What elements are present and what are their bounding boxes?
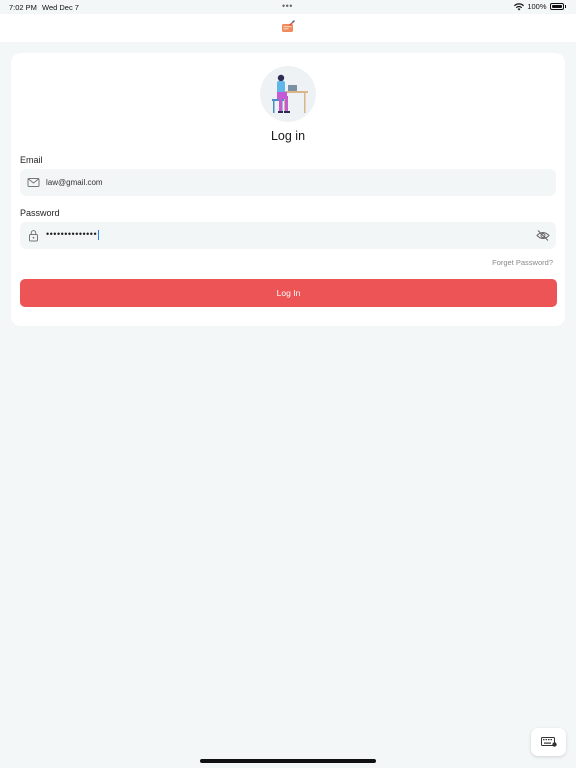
status-date: Wed Dec 7 — [42, 3, 79, 12]
app-logo — [282, 20, 295, 32]
password-value: •••••••••••••• — [46, 229, 100, 240]
password-label: Password — [20, 208, 60, 218]
multitasking-dots[interactable]: ••• — [282, 1, 293, 11]
home-indicator[interactable] — [200, 759, 376, 763]
login-button[interactable]: Log In — [20, 279, 557, 307]
eye-off-icon[interactable] — [536, 229, 550, 242]
mail-icon — [27, 178, 40, 187]
forget-password-link[interactable]: Forget Password? — [492, 258, 553, 267]
login-illustration — [260, 66, 316, 122]
status-right: 100% — [514, 2, 566, 11]
login-card: Log in Email law@gmail.com Password ••••… — [11, 53, 565, 326]
status-time: 7:02 PM — [9, 3, 37, 12]
battery-tip — [564, 5, 566, 8]
password-field[interactable]: •••••••••••••• — [20, 222, 556, 249]
text-caret — [98, 229, 100, 240]
battery-icon — [549, 3, 564, 10]
page-title: Log in — [270, 129, 306, 143]
battery-percent: 100% — [527, 2, 547, 11]
keyboard-icon — [541, 737, 557, 747]
email-value: law@gmail.com — [46, 178, 103, 187]
wifi-icon — [514, 2, 525, 10]
keyboard-toggle-button[interactable] — [531, 728, 566, 756]
top-header — [0, 14, 576, 42]
email-field[interactable]: law@gmail.com — [20, 169, 556, 196]
lock-icon — [29, 230, 38, 242]
email-label: Email — [20, 155, 43, 165]
status-bar: 7:02 PM Wed Dec 7 ••• 100% — [0, 0, 576, 14]
person-at-desk-illustration — [272, 74, 308, 113]
